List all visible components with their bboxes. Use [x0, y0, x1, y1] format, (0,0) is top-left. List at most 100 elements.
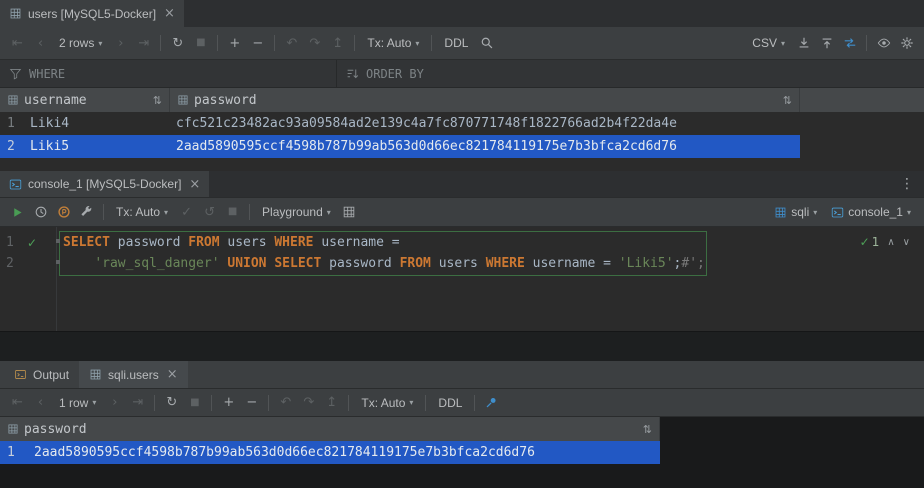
last-page-button[interactable]: ⇥ [126, 392, 149, 414]
prev-page-button[interactable]: ‹ [29, 32, 52, 54]
order-by-filter-input[interactable]: ORDER BY [337, 60, 433, 87]
tab-label: sqli.users [108, 368, 159, 382]
tab-users-table[interactable]: users [MySQL5-Docker] × [0, 0, 184, 27]
tab-console-1[interactable]: console_1 [MySQL5-Docker] × [0, 171, 209, 197]
row-band[interactable]: 2 Liki5 2aad5890595ccf4598b787b99ab563d0… [0, 135, 800, 158]
where-filter-input[interactable]: WHERE [0, 60, 337, 87]
line-number: 2 [6, 256, 16, 271]
ddl-button[interactable]: DDL [437, 36, 475, 50]
close-icon[interactable]: × [189, 178, 200, 191]
console-dropdown[interactable]: console_1 ▾ [824, 205, 918, 219]
tab-label: console_1 [MySQL5-Docker] [28, 177, 181, 191]
page-size-dropdown[interactable]: 2 rows ▾ [52, 36, 109, 50]
next-result-icon[interactable]: ∨ [903, 237, 910, 248]
editor-tab-bar: users [MySQL5-Docker] × [0, 0, 924, 27]
tx-mode-dropdown[interactable]: Tx: Auto ▾ [109, 205, 175, 219]
execute-button[interactable] [6, 201, 29, 223]
next-page-button[interactable]: › [103, 392, 126, 414]
toolbar-separator [268, 395, 269, 411]
export-data-icon[interactable] [792, 32, 815, 54]
add-row-button[interactable]: + [217, 392, 240, 414]
table-row[interactable]: 1 Liki4 cfc521c23482ac93a09584ad2e139c4a… [0, 112, 924, 135]
table-row-selected[interactable]: 2 Liki5 2aad5890595ccf4598b787b99ab563d0… [0, 135, 924, 158]
schema-dropdown[interactable]: sqli ▾ [767, 205, 824, 219]
result-grid-toolbar: ⇤ ‹ 1 row ▾ › ⇥ ↻ ■ + − ↶ ↷ ↥ Tx: Auto ▾… [0, 389, 924, 417]
page-size-dropdown[interactable]: 1 row ▾ [52, 396, 103, 410]
sql-token: 'raw_sql_danger' [94, 256, 219, 271]
sort-updown-icon[interactable]: ⇅ [783, 94, 792, 107]
row-band[interactable]: 1 Liki4 cfc521c23482ac93a09584ad2e139c4a… [0, 112, 800, 135]
column-icon [177, 94, 189, 106]
sort-updown-icon[interactable]: ⇅ [153, 94, 162, 107]
redo-button[interactable]: ↷ [303, 32, 326, 54]
commit-button[interactable]: ✓ [175, 201, 198, 223]
database-table-icon [774, 206, 787, 219]
submit-button[interactable]: ↥ [320, 392, 343, 414]
eye-icon[interactable] [872, 32, 895, 54]
cell-password[interactable]: cfc521c23482ac93a09584ad2e139c4a7fc87077… [170, 116, 677, 131]
column-header-password[interactable]: password ⇅ [0, 417, 660, 441]
revert-button[interactable]: ↶ [274, 392, 297, 414]
cell-username[interactable]: Liki4 [28, 116, 170, 131]
import-data-icon[interactable] [815, 32, 838, 54]
compare-data-icon[interactable] [838, 32, 861, 54]
sql-token: WHERE [274, 235, 313, 250]
next-page-button[interactable]: › [109, 32, 132, 54]
prev-result-icon[interactable]: ∧ [887, 237, 894, 248]
pin-tab-icon[interactable] [480, 392, 503, 414]
table-row-selected[interactable]: 1 2aad5890595ccf4598b787b99ab563d0d66ec8… [0, 441, 924, 464]
cell-password[interactable]: 2aad5890595ccf4598b787b99ab563d0d66ec821… [28, 445, 535, 460]
sql-code[interactable]: SELECT password FROM users WHERE usernam… [63, 232, 705, 274]
bottom-empty-space [0, 464, 924, 488]
ddl-button[interactable]: DDL [431, 396, 469, 410]
chevron-down-icon: ▾ [327, 208, 331, 217]
export-format-dropdown[interactable]: CSV ▾ [745, 36, 792, 50]
toolbar-separator [348, 395, 349, 411]
stop-button[interactable]: ■ [183, 392, 206, 414]
cell-username[interactable]: Liki5 [28, 139, 170, 154]
wrench-icon[interactable] [75, 201, 98, 223]
revert-button[interactable]: ↶ [280, 32, 303, 54]
playground-dropdown[interactable]: Playground ▾ [255, 205, 338, 219]
stop-button[interactable]: ■ [221, 201, 244, 223]
reload-data-button[interactable]: ↻ [160, 392, 183, 414]
output-layout-icon[interactable] [338, 201, 361, 223]
row-band[interactable]: 1 2aad5890595ccf4598b787b99ab563d0d66ec8… [0, 441, 660, 464]
redo-button[interactable]: ↷ [297, 392, 320, 414]
first-page-button[interactable]: ⇤ [6, 392, 29, 414]
sql-line-1[interactable]: SELECT password FROM users WHERE usernam… [63, 232, 705, 253]
prev-page-button[interactable]: ‹ [29, 392, 52, 414]
close-icon[interactable]: × [164, 7, 175, 20]
first-page-button[interactable]: ⇤ [6, 32, 29, 54]
tab-sqli-users[interactable]: sqli.users × [79, 361, 188, 388]
column-header-username[interactable]: username ⇅ [0, 88, 170, 112]
order-by-icon [346, 67, 359, 80]
sql-token: password [110, 235, 188, 250]
parameters-icon[interactable] [52, 201, 75, 223]
cell-password[interactable]: 2aad5890595ccf4598b787b99ab563d0d66ec821… [170, 139, 677, 154]
rollback-button[interactable]: ↺ [198, 201, 221, 223]
add-row-button[interactable]: + [223, 32, 246, 54]
order-by-placeholder: ORDER BY [366, 67, 424, 81]
datagrip-window: users [MySQL5-Docker] × ⇤ ‹ 2 rows ▾ › ⇥… [0, 0, 924, 488]
row-number: 1 [0, 445, 28, 460]
tx-mode-dropdown[interactable]: Tx: Auto ▾ [354, 396, 420, 410]
search-icon[interactable] [475, 32, 498, 54]
sql-editor[interactable]: 1 ✓ 2 SELECT password FROM users WHERE u… [0, 227, 924, 331]
sort-updown-icon[interactable]: ⇅ [643, 423, 652, 436]
delete-row-button[interactable]: − [246, 32, 269, 54]
close-icon[interactable]: × [167, 368, 178, 381]
query-history-icon[interactable] [29, 201, 52, 223]
last-page-button[interactable]: ⇥ [132, 32, 155, 54]
statement-success-icon: ✓ [27, 236, 37, 250]
gear-icon[interactable] [895, 32, 918, 54]
submit-button[interactable]: ↥ [326, 32, 349, 54]
column-header-password[interactable]: password ⇅ [170, 88, 800, 112]
tx-mode-dropdown[interactable]: Tx: Auto ▾ [360, 36, 426, 50]
delete-row-button[interactable]: − [240, 392, 263, 414]
more-options-icon[interactable]: ⋮ [890, 171, 924, 197]
stop-button[interactable]: ■ [189, 32, 212, 54]
reload-data-button[interactable]: ↻ [166, 32, 189, 54]
sql-line-2[interactable]: 'raw_sql_danger' UNION SELECT password F… [63, 253, 705, 274]
tab-output[interactable]: Output [4, 361, 79, 388]
